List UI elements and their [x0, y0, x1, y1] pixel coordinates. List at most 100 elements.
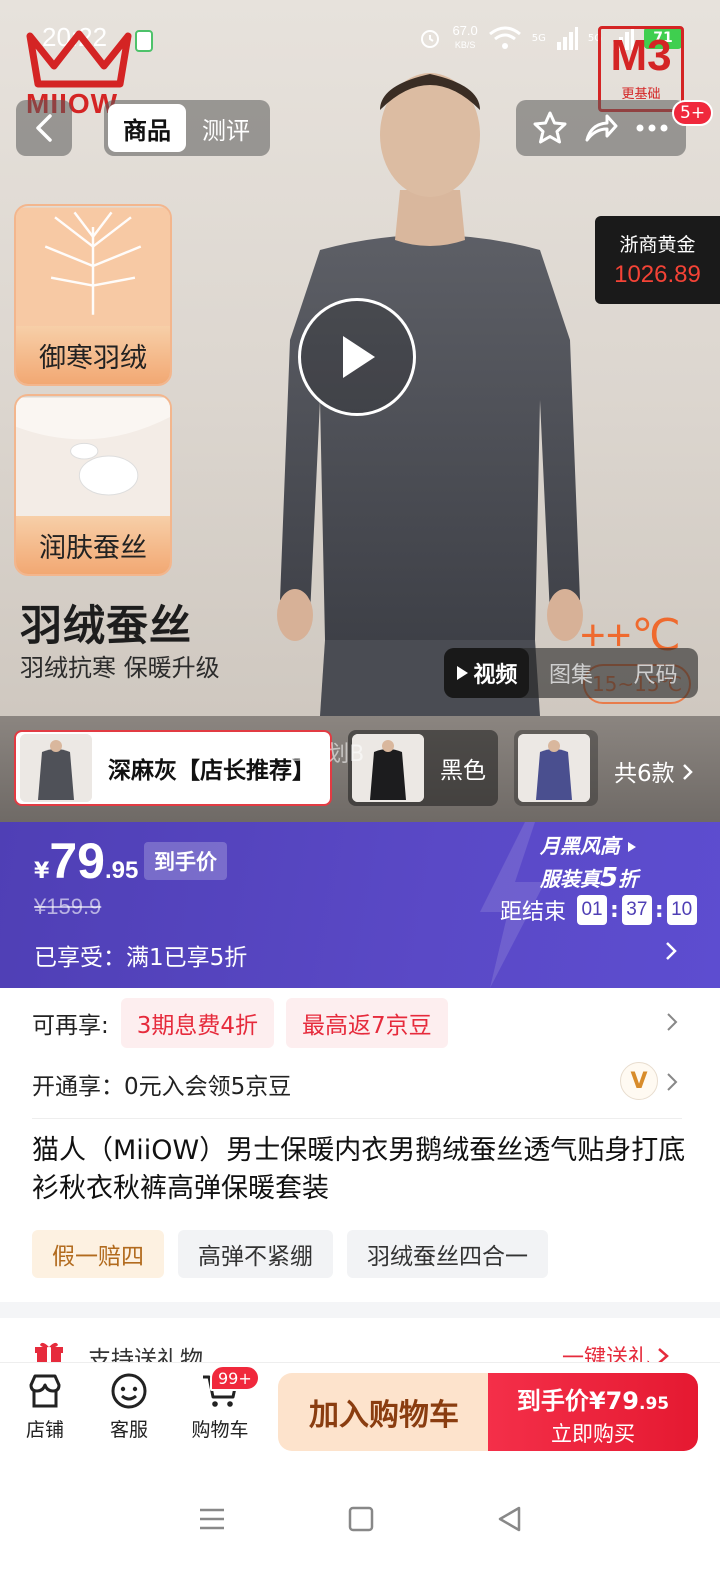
notification-badge: 5+ [672, 100, 714, 126]
play-icon [343, 336, 375, 378]
tab-product[interactable]: 商品 [108, 104, 186, 152]
variant-thumbnail [518, 734, 590, 802]
customer-service-label: 客服 [109, 1419, 148, 1441]
countdown-label: 距结束 [500, 900, 567, 925]
price-tag: 到手价 [144, 842, 227, 880]
send-gift-label: 一键送礼 [562, 1346, 651, 1362]
media-tab-video[interactable]: 视频 [444, 648, 529, 698]
shop-icon [29, 1374, 61, 1408]
offer-chip[interactable]: 最高返7京豆 [286, 998, 448, 1048]
wifi-icon [488, 26, 521, 49]
back-button[interactable] [16, 100, 72, 156]
more-offers-row[interactable]: 可再享: 3期息费4折 最高返7京豆 [32, 998, 448, 1048]
watermark-text: B计划B [290, 742, 365, 767]
chevron-right-icon[interactable] [666, 1012, 678, 1032]
gift-text: 支持送礼物 [88, 1347, 203, 1362]
share-icon[interactable] [583, 110, 619, 146]
countdown-hours: 01 [577, 895, 608, 925]
media-tab-label: 视频 [473, 663, 518, 688]
send-gift-link[interactable]: 一键送礼 [562, 1340, 669, 1362]
price-currency: ¥ [34, 859, 50, 884]
more-icon[interactable] [634, 110, 670, 146]
promo-enjoyed[interactable]: 已享受：满1已享5折 [34, 938, 247, 972]
page-tabs: 商品 测评 [104, 100, 270, 156]
membership-text: 开通享：0元入会领5京豆 [32, 1074, 292, 1100]
vip-icon: V [620, 1062, 658, 1100]
gold-ticker-price: 1026.89 [614, 261, 701, 288]
feature-label: 御寒羽绒 [16, 326, 170, 384]
price-banner: ¥ 79 .95 到手价 ¥159.9 月黑风高 服装真5折 距结束 01 : … [0, 822, 720, 988]
network-type-1: 5G [531, 32, 546, 44]
variant-thumbnail [20, 734, 92, 802]
countdown-minutes: 37 [621, 895, 652, 925]
variant-name: 深麻灰【店长推荐】 [108, 758, 315, 784]
add-to-cart-button[interactable]: 加入购物车 [278, 1373, 490, 1451]
gold-price-ticker[interactable]: 浙商黄金 1026.89 [595, 216, 720, 304]
down-feather-image [16, 207, 170, 327]
media-tab-gallery[interactable]: 图集 [529, 648, 614, 698]
price-decimal: .95 [104, 857, 139, 884]
divider [32, 1118, 682, 1119]
gift-icon [35, 1342, 63, 1362]
tab-review[interactable]: 测评 [186, 104, 266, 152]
buy-price-integer: ¥79 [588, 1387, 639, 1415]
series-badge-title: M3 [610, 31, 672, 80]
final-price: ¥ 79 .95 [34, 832, 138, 890]
home-icon[interactable] [347, 1505, 375, 1533]
feature-card-down: 御寒羽绒 [14, 204, 172, 386]
favorite-star-icon[interactable] [532, 110, 568, 146]
variant-selector: 深麻灰【店长推荐】 黑色 共6款 [0, 716, 720, 822]
product-gallery[interactable]: 20:22 67.0 KB/S 5G 5G 71 MIIOW M3 更基础 商品… [0, 0, 720, 716]
media-tab-size[interactable]: 尺码 [613, 648, 698, 698]
original-price: ¥159.9 [34, 894, 102, 919]
media-tabs: 视频 图集 尺码 [444, 648, 698, 698]
chevron-right-icon [683, 764, 693, 780]
variant-count-link[interactable]: 共6款 [614, 754, 694, 788]
back-triangle-icon[interactable] [495, 1505, 523, 1533]
menu-icon[interactable] [197, 1506, 227, 1532]
benefits-section: 可再享: 3期息费4折 最高返7京豆 开通享：0元入会领5京豆 V 猫人（Mii… [0, 988, 720, 1306]
product-tag[interactable]: 假一赔四 [32, 1230, 164, 1278]
chevron-right-icon[interactable] [664, 940, 678, 962]
campaign-title: 月黑风高 [540, 834, 620, 858]
gold-ticker-name: 浙商黄金 [619, 234, 696, 256]
gift-row[interactable]: 支持送礼物 一键送礼 [0, 1318, 720, 1362]
play-small-icon [457, 666, 469, 680]
campaign-discount-prefix: 服装真 [540, 867, 600, 891]
product-tags: 假一赔四 高弹不紧绷 羽绒蚕丝四合一 [32, 1230, 548, 1278]
shop-button[interactable]: 店铺 [10, 1371, 80, 1442]
cart-label: 购物车 [191, 1419, 249, 1441]
alarm-icon [421, 30, 440, 48]
product-tag[interactable]: 羽绒蚕丝四合一 [347, 1230, 548, 1278]
campaign-discount-number: 5 [600, 863, 619, 893]
hero-subtitle: 羽绒抗寒 保暖升级 [20, 654, 220, 682]
variant-option[interactable] [514, 730, 598, 806]
chevron-right-icon[interactable] [666, 1072, 678, 1092]
variant-name: 黑色 [440, 758, 486, 784]
membership-row[interactable]: 开通享：0元入会领5京豆 [32, 1064, 291, 1104]
customer-service-button[interactable]: 客服 [94, 1371, 164, 1442]
variant-count: 共6款 [614, 761, 675, 787]
hero-title: 羽绒蚕丝 [20, 601, 193, 650]
bottom-action-bar: 店铺 客服 购物车 99+ 加入购物车 到手价¥79.95 立即购买 [0, 1362, 720, 1462]
feature-card-silk: 润肤蚕丝 [14, 394, 172, 576]
system-navigation-bar [0, 1462, 720, 1584]
feature-label: 润肤蚕丝 [16, 516, 170, 574]
offer-chip[interactable]: 3期息费4折 [120, 998, 275, 1048]
variant-option[interactable]: 深麻灰【店长推荐】 [14, 730, 332, 806]
product-title: 猫人（MiiOW）男士保暖内衣男鹅绒蚕丝透气贴身打底衫秋衣秋裤高弹保暖套装 [32, 1135, 686, 1204]
more-offers-label: 可再享: [32, 1013, 109, 1039]
section-separator [0, 1302, 720, 1318]
chevron-left-icon [36, 114, 52, 142]
customer-service-icon [111, 1373, 147, 1409]
buy-now-button[interactable]: 到手价¥79.95 立即购买 [488, 1373, 698, 1451]
play-video-button[interactable] [298, 298, 416, 416]
network-speed: 67.0 KB/S [452, 24, 477, 52]
product-tag[interactable]: 高弹不紧绷 [178, 1230, 333, 1278]
buy-price-label: 到手价 [516, 1387, 589, 1415]
cart-count-badge: 99+ [210, 1365, 260, 1391]
campaign-label[interactable]: 月黑风高 服装真5折 [540, 830, 638, 893]
countdown-seconds: 10 [666, 895, 697, 925]
network-speed-unit: KB/S [454, 40, 476, 50]
variant-option[interactable]: 黑色 [348, 730, 498, 806]
